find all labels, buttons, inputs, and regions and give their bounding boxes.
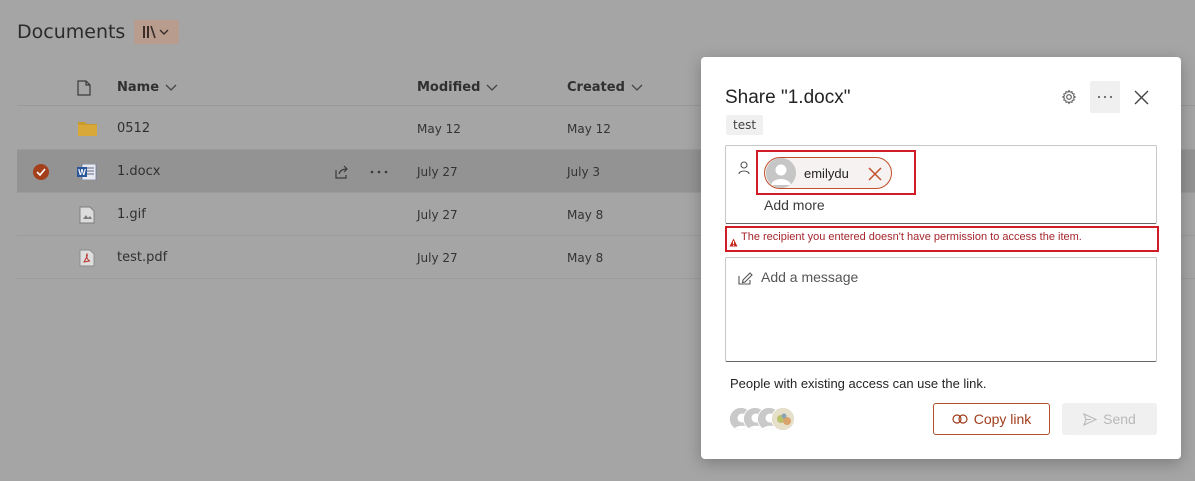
modified-column-header[interactable]: Modified [417, 80, 498, 95]
permission-warning: The recipient you entered doesn't have p… [725, 226, 1159, 252]
svg-text:W: W [78, 168, 86, 177]
recipients-field[interactable]: emilydu Add more [725, 145, 1157, 224]
access-avatars[interactable] [729, 407, 799, 433]
avatar [771, 407, 795, 431]
person-icon [738, 160, 750, 179]
share-icon[interactable] [334, 150, 350, 193]
warning-text: The recipient you entered doesn't have p… [741, 231, 1082, 243]
modified-date: May 12 [417, 121, 461, 136]
modified-date: July 27 [417, 164, 458, 179]
chevron-down-icon [486, 84, 498, 91]
message-field[interactable]: Add a message [725, 257, 1157, 362]
library-view-icon [142, 25, 169, 39]
library-header: Documents [17, 20, 180, 44]
pdf-file-icon [79, 236, 95, 279]
created-date: May 12 [567, 121, 611, 136]
edit-message-icon [738, 270, 753, 289]
copy-link-button[interactable]: Copy link [933, 403, 1050, 435]
file-name[interactable]: 1.docx [117, 150, 160, 193]
image-file-icon [79, 193, 95, 236]
send-icon [1083, 412, 1098, 426]
add-more-input[interactable]: Add more [764, 197, 825, 213]
created-date: May 8 [567, 207, 604, 222]
file-name[interactable]: 0512 [117, 107, 150, 150]
file-name[interactable]: test.pdf [117, 236, 167, 279]
created-date: July 3 [567, 164, 601, 179]
copy-link-label: Copy link [973, 411, 1032, 427]
close-icon [1134, 90, 1148, 104]
message-placeholder: Add a message [761, 269, 859, 285]
share-dialog: Share "1.docx" test emilydu Add more The… [701, 57, 1181, 459]
more-actions-icon[interactable] [370, 150, 388, 193]
file-name[interactable]: 1.gif [117, 193, 146, 236]
send-label: Send [1103, 411, 1136, 427]
created-date: May 8 [567, 250, 604, 265]
access-info-text: People with existing access can use the … [730, 376, 987, 391]
created-column-header[interactable]: Created [567, 80, 643, 95]
folder-icon [78, 107, 97, 150]
recipient-name: emilydu [804, 165, 849, 181]
avatar [766, 158, 796, 188]
gear-icon [1061, 89, 1077, 105]
ellipsis-icon [1097, 95, 1113, 99]
library-view-button[interactable] [134, 20, 180, 44]
settings-button[interactable] [1054, 81, 1084, 113]
row-checkbox[interactable] [33, 150, 49, 193]
recipient-chip[interactable]: emilydu [764, 157, 892, 189]
modified-date: July 27 [417, 207, 458, 222]
file-type-column-icon[interactable] [77, 79, 91, 96]
dialog-title: Share "1.docx" [725, 87, 851, 108]
library-title: Documents [17, 21, 126, 43]
sensitivity-tag: test [726, 115, 764, 135]
modified-date: July 27 [417, 250, 458, 265]
checkmark-icon [33, 163, 49, 180]
chevron-down-icon [631, 84, 643, 91]
warning-icon [729, 232, 738, 251]
word-doc-icon: W [77, 150, 97, 193]
close-button[interactable] [1126, 81, 1156, 113]
chevron-down-icon [165, 84, 177, 91]
more-options-button[interactable] [1090, 81, 1120, 113]
remove-recipient-icon[interactable] [868, 166, 882, 185]
name-column-header[interactable]: Name [117, 80, 177, 95]
send-button[interactable]: Send [1062, 403, 1157, 435]
link-icon [952, 414, 968, 424]
